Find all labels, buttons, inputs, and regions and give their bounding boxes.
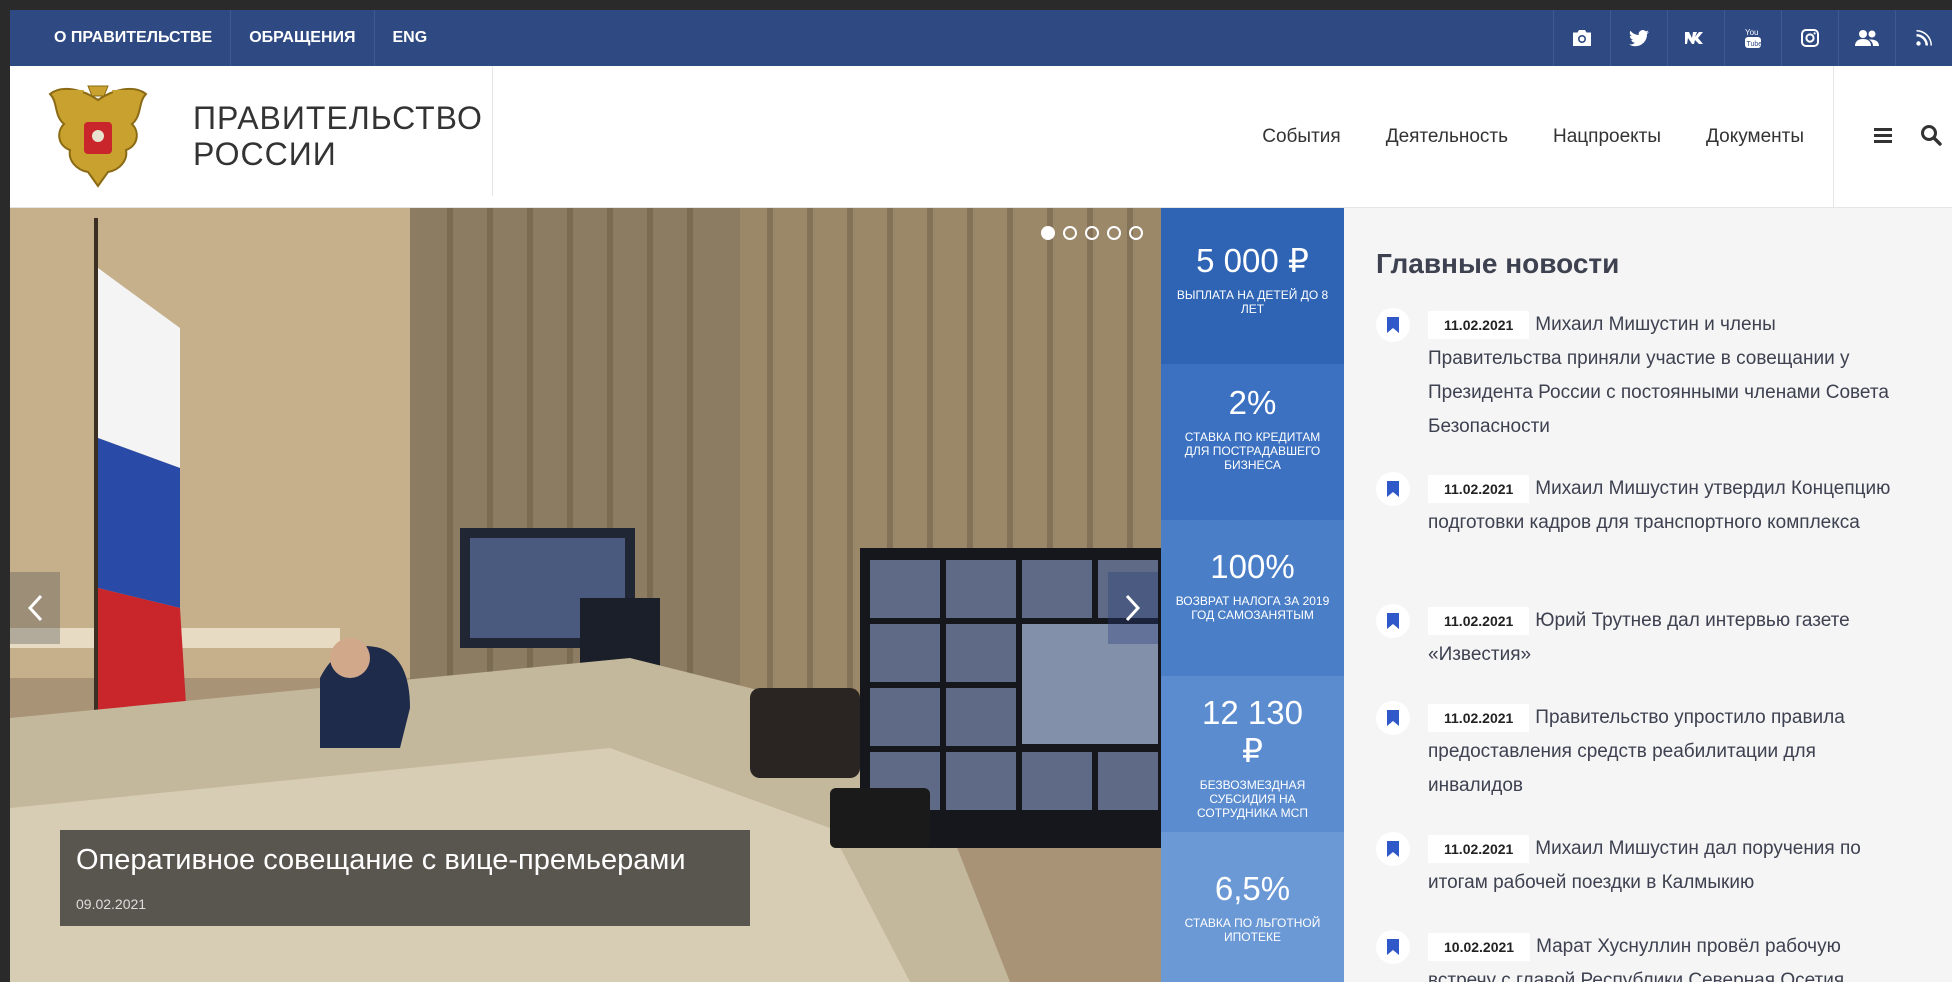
camera-icon[interactable]	[1553, 10, 1610, 66]
news-item[interactable]: 11.02.2021 Михаил Мишустин утвердил Конце…	[1376, 472, 1936, 572]
news-date: 11.02.2021	[1428, 311, 1530, 339]
svg-text:Tube: Tube	[1747, 41, 1763, 48]
slide-caption[interactable]: Оперативное совещание с вице-премьерами …	[60, 830, 750, 926]
stat-card-business-loans[interactable]: 2% СТАВКА ПО КРЕДИТАМ ДЛЯ ПОСТРАДАВШЕГО …	[1161, 364, 1344, 520]
stat-label: СТАВКА ПО КРЕДИТАМ ДЛЯ ПОСТРАДАВШЕГО БИЗ…	[1184, 430, 1321, 472]
top-nav: О ПРАВИТЕЛЬСТВЕ ОБРАЩЕНИЯ ENG	[10, 10, 445, 66]
header-divider	[492, 66, 493, 196]
stats-column: 5 000 ₽ ВЫПЛАТА НА ДЕТЕЙ ДО 8 ЛЕТ 2% СТА…	[1161, 208, 1344, 982]
coat-of-arms-logo[interactable]	[44, 80, 152, 192]
stat-card-sme-subsidy[interactable]: 12 130 ₽ БЕЗВОЗМЕЗДНАЯ СУБСИДИЯ НА СОТРУ…	[1161, 676, 1344, 832]
stat-card-tax-refund[interactable]: 100% ВОЗВРАТ НАЛОГА ЗА 2019 ГОД САМОЗАНЯ…	[1161, 520, 1344, 676]
main-nav: События Деятельность Нацпроекты Документ…	[1217, 66, 1804, 208]
news-item[interactable]: 11.02.2021 Михаил Мишустин и члены Правит…	[1376, 308, 1936, 438]
rss-icon[interactable]	[1895, 10, 1952, 66]
vk-icon[interactable]	[1667, 10, 1724, 66]
stat-value: 5 000 ₽	[1196, 242, 1309, 279]
youtube-icon[interactable]: You Tube	[1724, 10, 1781, 66]
slider-dot[interactable]	[1063, 226, 1077, 240]
news-text: 11.02.2021 Юрий Трутнев дал интервью газе…	[1428, 604, 1898, 672]
slider-dot[interactable]	[1129, 226, 1143, 240]
stat-label: ВОЗВРАТ НАЛОГА ЗА 2019 ГОД САМОЗАНЯТЫМ	[1175, 594, 1330, 622]
nav-documents[interactable]: Документы	[1706, 126, 1804, 148]
news-item[interactable]: 11.02.2021 Михаил Мишустин дал поручения …	[1376, 832, 1936, 902]
news-item[interactable]: 11.02.2021 Правительство упростило правил…	[1376, 701, 1936, 801]
slide-date: 09.02.2021	[76, 896, 147, 912]
browser-viewport: О ПРАВИТЕЛЬСТВЕ ОБРАЩЕНИЯ ENG You Tube П…	[10, 10, 1952, 982]
stat-card-child-payment[interactable]: 5 000 ₽ ВЫПЛАТА НА ДЕТЕЙ ДО 8 ЛЕТ	[1161, 208, 1344, 364]
chevron-left-icon	[27, 594, 43, 622]
news-text: 11.02.2021 Михаил Мишустин и члены Правит…	[1428, 308, 1898, 444]
news-text: 11.02.2021 Михаил Мишустин утвердил Конце…	[1428, 472, 1898, 540]
chevron-right-icon	[1125, 594, 1141, 622]
news-item[interactable]: 11.02.2021 Юрий Трутнев дал интервью газе…	[1376, 604, 1936, 674]
bookmark-icon[interactable]	[1376, 308, 1410, 342]
news-date: 11.02.2021	[1428, 607, 1530, 635]
hero-slider[interactable]: Оперативное совещание с вице-премьерами …	[10, 208, 1161, 982]
top-bar: О ПРАВИТЕЛЬСТВЕ ОБРАЩЕНИЯ ENG You Tube	[10, 10, 1952, 66]
news-date: 11.02.2021	[1428, 704, 1530, 732]
stat-value: 12 130 ₽	[1202, 694, 1303, 769]
users-icon[interactable]	[1838, 10, 1895, 66]
stat-card-mortgage[interactable]: 6,5% СТАВКА ПО ЛЬГОТНОЙ ИПОТЕКЕ	[1161, 832, 1344, 982]
site-title[interactable]: ПРАВИТЕЛЬСТВО РОССИИ	[193, 100, 483, 172]
top-link-about[interactable]: О ПРАВИТЕЛЬСТВЕ	[10, 10, 232, 66]
bookmark-icon[interactable]	[1376, 472, 1410, 506]
twitter-icon[interactable]	[1610, 10, 1667, 66]
svg-text:You: You	[1745, 28, 1759, 37]
stat-value: 2%	[1228, 384, 1277, 421]
hamburger-menu-icon[interactable]	[1872, 124, 1898, 150]
news-text: 11.02.2021 Михаил Мишустин дал поручения …	[1428, 832, 1898, 900]
stat-value: 6,5%	[1214, 870, 1291, 907]
top-link-appeals[interactable]: ОБРАЩЕНИЯ	[231, 10, 375, 66]
slider-dots	[1041, 226, 1143, 240]
header-divider-right	[1833, 66, 1834, 208]
nav-activity[interactable]: Деятельность	[1386, 126, 1508, 148]
slider-prev-button[interactable]	[10, 572, 60, 644]
news-date: 11.02.2021	[1428, 835, 1530, 863]
slider-dot[interactable]	[1107, 226, 1121, 240]
slider-next-button[interactable]	[1108, 572, 1158, 644]
bookmark-icon[interactable]	[1376, 930, 1410, 964]
main-news-panel: Главные новости 11.02.2021 Михаил Мишусти…	[1344, 208, 1952, 982]
news-text: 10.02.2021 Марат Хуснуллин провёл рабочую…	[1428, 930, 1898, 982]
news-date: 10.02.2021	[1428, 933, 1531, 961]
stat-value: 100%	[1210, 548, 1295, 585]
site-header: ПРАВИТЕЛЬСТВО РОССИИ События Деятельност…	[10, 66, 1952, 208]
top-link-eng[interactable]: ENG	[375, 10, 446, 66]
news-text: 11.02.2021 Правительство упростило правил…	[1428, 701, 1898, 803]
news-heading: Главные новости	[1376, 248, 1620, 279]
bookmark-icon[interactable]	[1376, 832, 1410, 866]
site-title-line1: ПРАВИТЕЛЬСТВО	[193, 100, 483, 136]
slide-title: Оперативное совещание с вице-премьерами	[76, 844, 686, 876]
slider-dot[interactable]	[1085, 226, 1099, 240]
bookmark-icon[interactable]	[1376, 701, 1410, 735]
search-icon[interactable]	[1920, 124, 1946, 150]
news-date: 11.02.2021	[1428, 475, 1530, 503]
social-links: You Tube	[1553, 10, 1952, 66]
stat-label: СТАВКА ПО ЛЬГОТНОЙ ИПОТЕКЕ	[1184, 916, 1321, 944]
stat-label: БЕЗВОЗМЕЗДНАЯ СУБСИДИЯ НА СОТРУДНИКА МСП	[1197, 778, 1308, 820]
instagram-icon[interactable]	[1781, 10, 1838, 66]
slider-dot[interactable]	[1041, 226, 1055, 240]
nav-events[interactable]: События	[1262, 126, 1340, 148]
site-title-line2: РОССИИ	[193, 136, 337, 172]
nav-national-projects[interactable]: Нацпроекты	[1553, 126, 1661, 148]
stat-label: ВЫПЛАТА НА ДЕТЕЙ ДО 8 ЛЕТ	[1176, 288, 1329, 316]
news-item[interactable]: 10.02.2021 Марат Хуснуллин провёл рабочую…	[1376, 930, 1936, 982]
bookmark-icon[interactable]	[1376, 604, 1410, 638]
